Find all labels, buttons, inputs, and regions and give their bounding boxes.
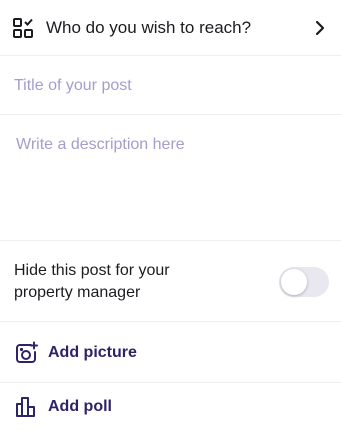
poll-icon (14, 395, 38, 419)
add-picture-label: Add picture (48, 343, 137, 361)
audience-grid-icon (12, 17, 34, 39)
chevron-right-icon (313, 20, 327, 36)
audience-selector[interactable]: Who do you wish to reach? (0, 0, 341, 56)
hide-from-manager-toggle[interactable] (279, 266, 329, 297)
post-description-input[interactable] (16, 136, 325, 226)
hide-from-manager-row: Hide this post for your property manager (0, 242, 341, 322)
post-title-input[interactable] (14, 76, 327, 95)
hide-from-manager-label: Hide this post for your property manager (14, 261, 170, 301)
add-poll-label: Add poll (48, 398, 112, 415)
add-camera-icon (14, 341, 38, 365)
description-field-row (0, 116, 341, 241)
audience-label: Who do you wish to reach? (46, 17, 252, 37)
create-post-screen: Who do you wish to reach? Hide this post… (0, 0, 341, 431)
add-picture-button[interactable]: Add picture (0, 323, 341, 383)
title-field-row (0, 57, 341, 115)
toggle-knob (281, 268, 307, 295)
add-poll-button[interactable]: Add poll (0, 383, 341, 431)
